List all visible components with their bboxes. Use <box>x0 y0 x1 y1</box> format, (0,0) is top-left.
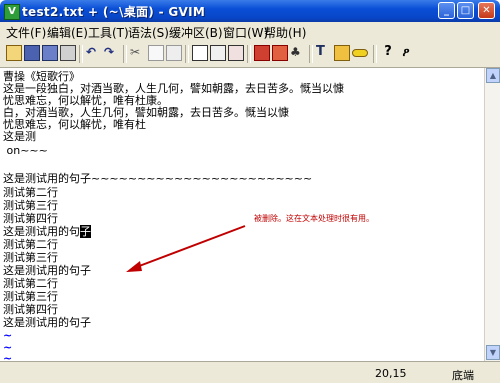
scroll-up-arrow-icon[interactable]: ▲ <box>486 68 500 83</box>
gvim-window: V test2.txt + (~\桌面) - GVIM _ □ ✕ 文件(F) … <box>0 0 500 383</box>
cursor-position: 20,15 <box>375 367 407 380</box>
status-bar: 20,15 底端 <box>0 361 500 383</box>
vertical-scrollbar[interactable]: ▲ ▼ <box>484 68 500 361</box>
scroll-position: 底端 <box>452 369 474 382</box>
scroll-down-arrow-icon[interactable]: ▼ <box>486 345 500 360</box>
annotation-arrow-icon <box>126 225 246 272</box>
annotation-text: 被删除。这在文本处理时很有用。 <box>254 214 374 223</box>
